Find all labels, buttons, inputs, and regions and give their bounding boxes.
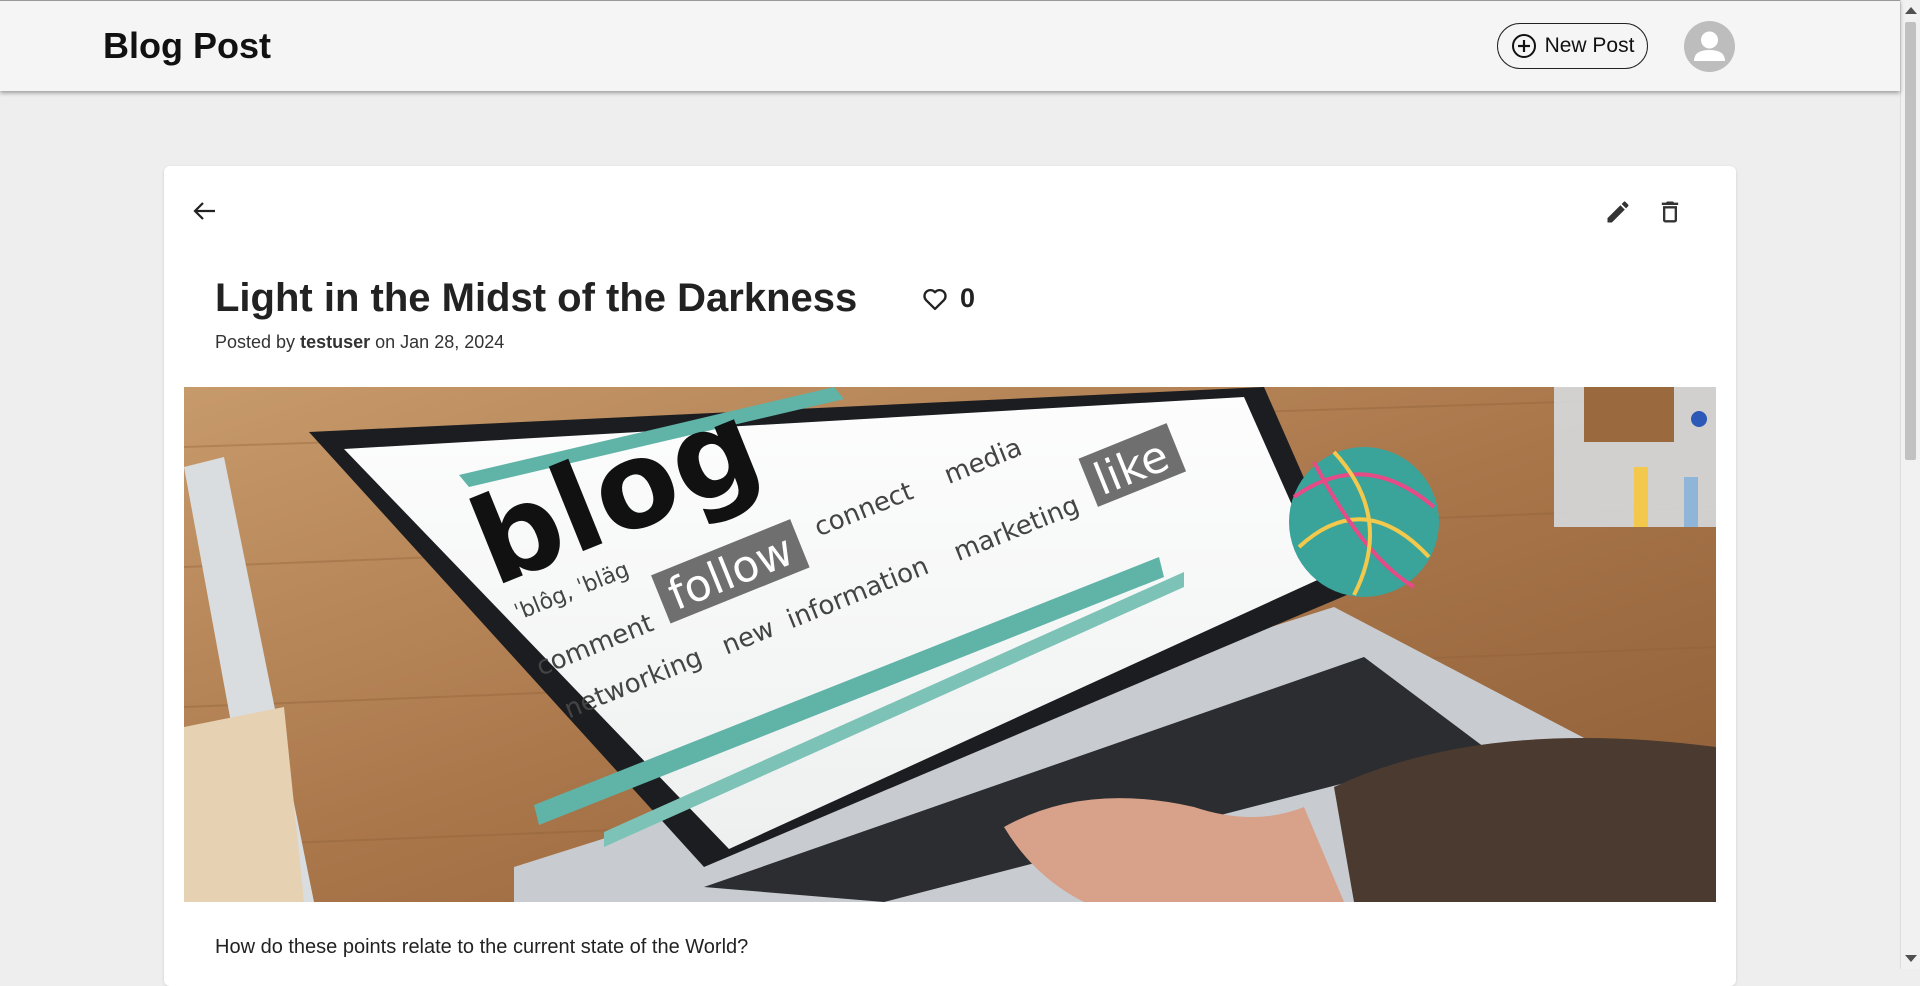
scrollbar-thumb[interactable] bbox=[1905, 22, 1916, 460]
scroll-down-arrow[interactable] bbox=[1905, 955, 1917, 962]
post-cover-image: blog ˈblôg, ˈbläg follow comment connect… bbox=[184, 387, 1716, 902]
likes: 0 bbox=[920, 283, 975, 314]
heart-outline-icon bbox=[923, 288, 947, 310]
meta-prefix: Posted by bbox=[215, 332, 296, 352]
delete-button[interactable] bbox=[1654, 196, 1686, 228]
post-author: testuser bbox=[300, 332, 371, 352]
meta-connector: on bbox=[375, 332, 396, 352]
like-button[interactable] bbox=[920, 284, 950, 314]
post-body: How do these points relate to the curren… bbox=[215, 936, 749, 958]
post-meta: Posted by testuser on Jan 28, 2024 bbox=[215, 332, 504, 353]
add-circle-icon bbox=[1511, 33, 1537, 59]
back-button[interactable] bbox=[190, 196, 220, 226]
pencil-icon bbox=[1607, 201, 1629, 223]
arrow-left-icon bbox=[193, 202, 215, 220]
app-bar: Blog Post New Post bbox=[0, 0, 1900, 91]
brand-title: Blog Post bbox=[103, 25, 271, 66]
post-date: Jan 28, 2024 bbox=[400, 332, 505, 352]
post-title: Light in the Midst of the Darkness bbox=[215, 276, 858, 320]
trash-icon bbox=[1661, 201, 1679, 223]
post-card: Light in the Midst of the Darkness 0 Pos… bbox=[164, 166, 1736, 986]
edit-button[interactable] bbox=[1602, 196, 1634, 228]
like-count: 0 bbox=[960, 283, 976, 313]
account-avatar[interactable] bbox=[1684, 21, 1735, 72]
new-post-button[interactable]: New Post bbox=[1497, 23, 1648, 69]
scroll-up-arrow[interactable] bbox=[1905, 7, 1917, 14]
vertical-scrollbar[interactable] bbox=[1900, 0, 1920, 969]
new-post-label: New Post bbox=[1544, 34, 1635, 57]
account-icon bbox=[1694, 31, 1725, 61]
